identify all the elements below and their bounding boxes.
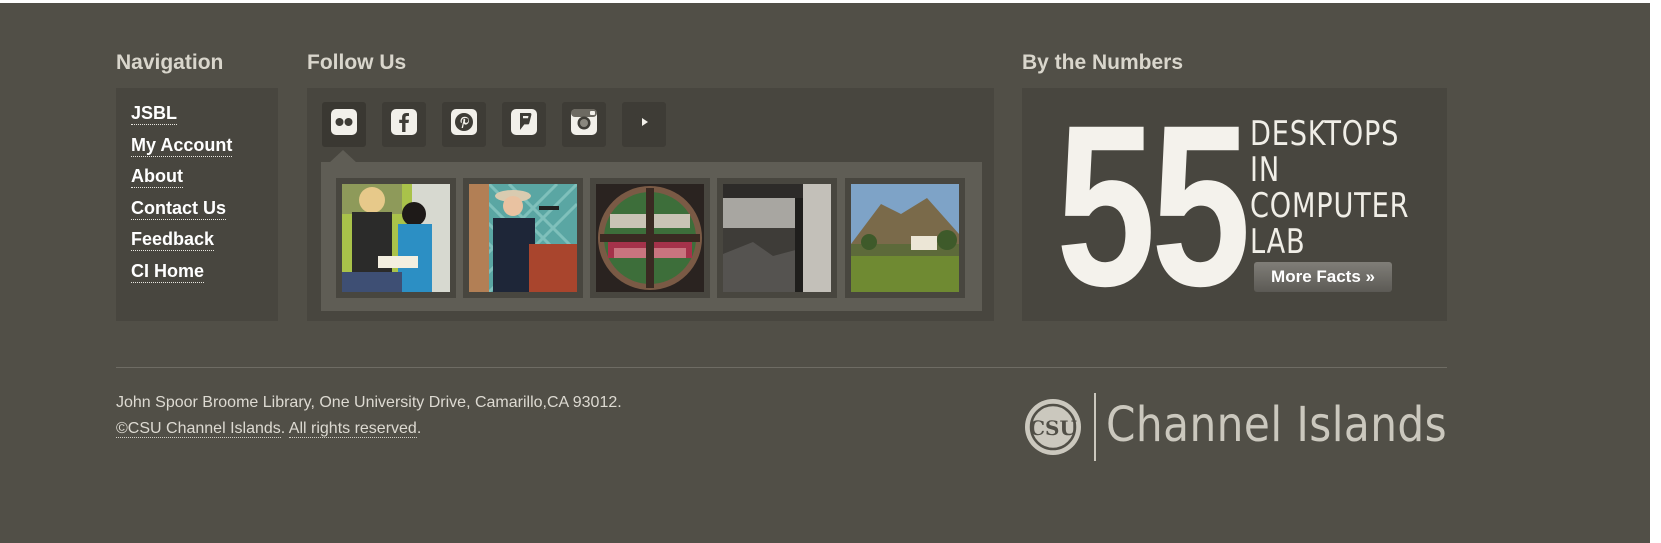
reading-photo[interactable] [336, 178, 456, 298]
nav-link-my-account[interactable]: My Account [131, 134, 233, 157]
speaker-photo[interactable] [463, 178, 583, 298]
nav-link-feedback[interactable]: Feedback [131, 229, 215, 251]
foursquare-button[interactable] [502, 102, 546, 147]
all-rights-reserved-link[interactable]: All rights reserved [288, 420, 417, 438]
social-icons-row [322, 102, 666, 147]
stat-number: 55 [1056, 88, 1251, 321]
footer-divider [116, 367, 1447, 368]
navigation-heading: Navigation [116, 51, 224, 74]
copyright-separator: . [280, 420, 289, 437]
pinterest-button[interactable] [442, 102, 486, 147]
nav-item-ci-home: CI Home [131, 260, 232, 293]
nav-item-jsbl: JSBL [131, 103, 232, 135]
copyright-end: . [416, 420, 422, 437]
nav-link-contact-us[interactable]: Contact Us [131, 197, 227, 220]
site-footer: Navigation JSBL My Account About Contact… [0, 3, 1650, 543]
youtube-button[interactable] [622, 102, 666, 147]
facebook-icon [390, 108, 418, 141]
numbers-panel: 55 DESKTOPS IN COMPUTER LAB More Facts » [1022, 88, 1447, 321]
navigation-list: JSBL My Account About Contact Us Feedbac… [131, 103, 233, 293]
foursquare-icon [510, 108, 538, 141]
pinterest-icon [450, 108, 478, 141]
nav-link-jsbl[interactable]: JSBL [131, 103, 178, 125]
csu-ci-link[interactable]: ©CSU Channel Islands [116, 420, 281, 438]
stat-caption-line-1: DESKTOPS IN [1250, 114, 1400, 190]
instagram-icon [570, 108, 598, 141]
window-edge [1650, 0, 1661, 543]
csu-seal-icon: CSU [1025, 393, 1096, 461]
nav-item-feedback: Feedback [131, 229, 232, 261]
follow-us-panel [307, 88, 994, 321]
csu-seal-text: CSU [1029, 416, 1077, 440]
nav-link-ci-home[interactable]: CI Home [131, 260, 205, 283]
window-view-photo[interactable] [590, 178, 710, 298]
library-address: John Spoor Broome Library, One Universit… [116, 394, 622, 411]
flickr-photo-strip [321, 162, 982, 311]
youtube-icon [630, 108, 658, 141]
channel-islands-wordmark: Channel Islands [1106, 397, 1448, 453]
instagram-button[interactable] [562, 102, 606, 147]
navigation-panel: JSBL My Account About Contact Us Feedbac… [116, 88, 278, 321]
facebook-button[interactable] [382, 102, 426, 147]
historic-building-photo[interactable] [717, 178, 837, 298]
campus-hill-photo[interactable] [845, 178, 965, 298]
by-the-numbers-heading: By the Numbers [1022, 51, 1184, 74]
nav-item-about: About [131, 166, 232, 198]
nav-item-contact-us: Contact Us [131, 197, 232, 230]
stat-caption-line-3: LAB [1250, 222, 1306, 262]
nav-link-about[interactable]: About [131, 166, 183, 188]
flickr-icon [330, 108, 358, 141]
stat-caption-line-2: COMPUTER [1250, 186, 1410, 226]
flickr-button[interactable] [322, 102, 366, 147]
stat-caption: DESKTOPS IN COMPUTER LAB [1250, 114, 1410, 262]
follow-us-heading: Follow Us [307, 51, 407, 74]
nav-item-my-account: My Account [131, 134, 233, 167]
csu-channel-islands-logo[interactable]: CSU Channel Islands [1022, 391, 1447, 463]
copyright-line: ©CSU Channel Islands. All rights reserve… [116, 420, 421, 438]
more-facts-button[interactable]: More Facts » [1254, 262, 1392, 292]
